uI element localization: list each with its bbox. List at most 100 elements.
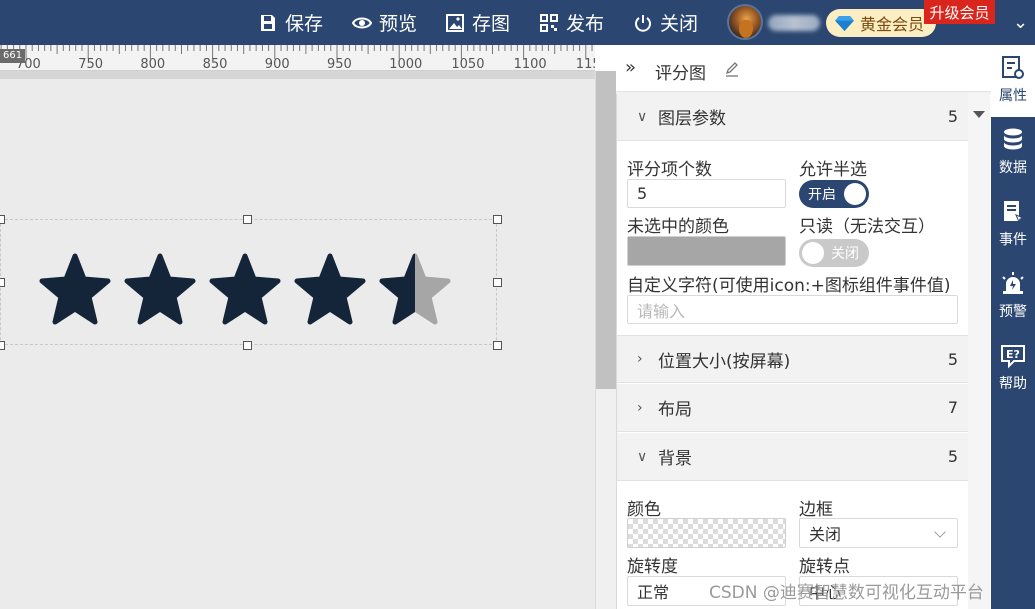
border-select-value: 关闭 (809, 525, 842, 544)
star-shape (209, 253, 281, 325)
ruler-tick-label: 1000 (389, 57, 422, 71)
chevron-down-icon: ∨ (637, 108, 648, 125)
section-layer-params[interactable]: ∨ 图层参数 5 (617, 93, 968, 141)
star-2[interactable] (124, 253, 196, 325)
vip-label: 黄金会员 (860, 15, 925, 34)
nav-help[interactable]: E? 帮助 (991, 333, 1035, 405)
avatar[interactable] (727, 4, 763, 40)
border-select[interactable]: 关闭 (799, 518, 958, 548)
panel-scrollbar[interactable] (968, 93, 990, 609)
edit-icon[interactable] (724, 61, 740, 77)
section-title: 布局 (658, 400, 692, 420)
rotation-select-value: 正常 (637, 583, 670, 602)
watermark: CSDN @迪赛智慧数可视化互动平台 (709, 583, 984, 603)
chevron-right-icon: › (637, 399, 643, 416)
collapse-panel-icon[interactable]: » (625, 57, 636, 78)
alarm-icon (1002, 272, 1024, 294)
database-icon (1004, 128, 1022, 150)
nav-label: 帮助 (999, 376, 1027, 392)
nav-alerts[interactable]: 预警 (991, 261, 1035, 333)
resize-handle-r[interactable] (493, 278, 502, 287)
resize-handle-tr[interactable] (493, 215, 502, 224)
canvas-vertical-scrollbar[interactable] (595, 71, 616, 609)
publish-label: 发布 (566, 13, 605, 35)
nav-label: 事件 (999, 232, 1027, 248)
resize-handle-t[interactable] (243, 215, 252, 224)
star-3[interactable] (209, 253, 281, 325)
scroll-up-arrow-icon[interactable] (973, 111, 985, 118)
chevron-down-icon: ∨ (637, 448, 648, 465)
image-icon (446, 13, 464, 32)
star-shape (39, 253, 111, 325)
vip-badge[interactable]: 黄金会员 (826, 9, 936, 37)
ruler-tick-label: 900 (265, 57, 290, 71)
toggle-knob (802, 242, 824, 264)
ruler-tick-label: 1050 (451, 57, 484, 71)
resize-handle-l[interactable] (0, 278, 5, 287)
section-position-size[interactable]: › 位置大小(按屏幕) 5 (617, 335, 968, 383)
custom-char-label: 自定义字符(可使用icon:+图标组件事件值) (627, 276, 951, 296)
save-image-label: 存图 (472, 13, 511, 35)
nav-data[interactable]: 数据 (991, 117, 1035, 189)
section-title: 背景 (658, 449, 692, 469)
star-4[interactable] (294, 253, 366, 325)
nav-label: 预警 (999, 304, 1027, 320)
nav-label: 数据 (999, 160, 1027, 176)
event-icon (1004, 201, 1025, 224)
unselected-color-picker[interactable] (627, 236, 786, 266)
panel-title: 评分图 (655, 64, 706, 84)
preview-button[interactable]: 预览 (352, 0, 417, 45)
rating-stars[interactable] (38, 252, 458, 332)
half-select-toggle[interactable]: 开启 (799, 180, 869, 208)
section-count: 7 (947, 398, 958, 417)
unselected-color-label: 未选中的颜色 (627, 217, 729, 237)
half-select-label: 允许半选 (799, 160, 867, 180)
resize-handle-b[interactable] (243, 341, 252, 350)
item-count-input[interactable]: 5 (627, 179, 786, 208)
horizontal-ruler: 700750800850900950100010501100115 (0, 45, 595, 71)
nav-properties[interactable]: 属性 (991, 45, 1035, 117)
power-icon (635, 14, 651, 32)
ruler-tick-label: 750 (78, 57, 103, 71)
star-5[interactable] (379, 253, 451, 325)
item-count-label: 评分项个数 (627, 160, 712, 180)
section-title: 位置大小(按屏幕) (658, 351, 791, 372)
close-label: 关闭 (660, 13, 699, 35)
diamond-icon (835, 15, 854, 31)
nav-events[interactable]: 事件 (991, 189, 1035, 261)
star-shape (124, 253, 196, 325)
save-image-button[interactable]: 存图 (445, 0, 510, 45)
bg-color-label: 颜色 (627, 500, 661, 520)
save-button[interactable]: 保存 (258, 0, 323, 45)
ruler-tick-label: 800 (140, 57, 165, 71)
upgrade-button[interactable]: 升级会员 (924, 0, 995, 24)
border-label: 边框 (799, 500, 833, 520)
canvas-scroll-thumb[interactable] (596, 71, 616, 389)
toggle-text: 开启 (808, 187, 836, 203)
star-shape (294, 253, 366, 325)
toggle-knob (844, 183, 866, 205)
svg-text:E?: E? (1006, 348, 1020, 361)
rotation-label: 旋转度 (627, 557, 678, 577)
ruler-tick-label: 950 (327, 57, 352, 71)
chevron-down-icon[interactable]: ⌄ (1013, 12, 1031, 33)
section-background[interactable]: ∨ 背景 5 (617, 433, 968, 481)
custom-char-input[interactable]: 请输入 (627, 295, 958, 324)
top-toolbar: 保存 预览 存图 发布 关闭 黄金会员 升级会员 ⌄ (0, 0, 1035, 45)
section-count: 5 (947, 350, 958, 369)
bg-color-picker[interactable] (627, 518, 786, 548)
publish-button[interactable]: 发布 (539, 0, 604, 45)
readonly-toggle[interactable]: 关闭 (799, 239, 869, 267)
star-1[interactable] (39, 253, 111, 325)
toggle-text: 关闭 (831, 246, 859, 262)
resize-handle-tl[interactable] (0, 215, 5, 224)
save-label: 保存 (285, 13, 324, 35)
section-layout[interactable]: › 布局 7 (617, 384, 968, 432)
section-count: 5 (947, 107, 958, 126)
close-button[interactable]: 关闭 (633, 0, 698, 45)
save-icon (261, 14, 275, 31)
pivot-label: 旋转点 (799, 557, 850, 577)
section-title: 图层参数 (658, 109, 726, 129)
resize-handle-br[interactable] (493, 341, 502, 350)
resize-handle-bl[interactable] (0, 341, 5, 350)
